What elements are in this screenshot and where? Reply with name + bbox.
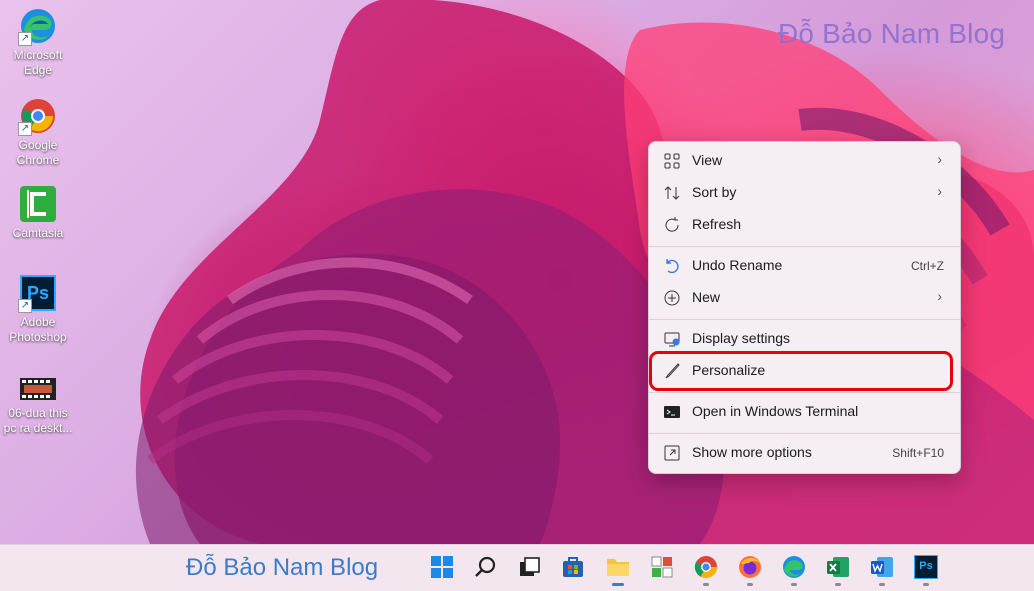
menu-label: View	[692, 152, 723, 168]
running-app-indicator	[747, 583, 753, 586]
chevron-right-icon: ›	[937, 151, 942, 167]
shortcut-text: Shift+F10	[892, 446, 944, 460]
excel-icon	[827, 557, 849, 577]
taskbar-puzzle-app[interactable]	[649, 554, 675, 580]
chevron-right-icon: ›	[937, 288, 942, 304]
plus-circle-icon	[664, 290, 680, 306]
expand-icon	[664, 445, 680, 461]
running-app-indicator	[835, 583, 841, 586]
taskbar-search[interactable]	[473, 554, 499, 580]
taskbar-start[interactable]	[429, 554, 455, 580]
taskbar-photoshop[interactable]: Ps	[913, 554, 939, 586]
menu-item-sort-by[interactable]: Sort by ›	[653, 178, 956, 208]
menu-label: Display settings	[692, 330, 791, 346]
icon-label-line2: pc ra deskt...	[3, 421, 73, 435]
icon-label-line1: Google	[18, 138, 58, 152]
undo-icon	[666, 259, 679, 274]
desktop-icon-google-chrome[interactable]: ↗ Google Chrome	[2, 96, 74, 168]
active-app-indicator	[612, 583, 624, 586]
icon-label-line1: Camtasia	[12, 226, 64, 240]
camtasia-icon	[18, 184, 58, 224]
running-app-indicator	[923, 583, 929, 586]
menu-item-display-settings[interactable]: Display settings	[653, 324, 956, 354]
running-app-indicator	[791, 583, 797, 586]
microsoft-edge-icon	[783, 556, 805, 578]
taskbar-microsoft-store[interactable]	[560, 554, 586, 580]
video-file-icon	[18, 374, 58, 404]
sort-icon	[664, 186, 680, 200]
task-view-icon	[520, 557, 540, 576]
menu-item-open-terminal[interactable]: Open in Windows Terminal	[653, 397, 956, 427]
desktop-icon-microsoft-edge[interactable]: ↗ Microsoft Edge	[2, 6, 74, 78]
menu-separator	[649, 246, 960, 247]
microsoft-store-icon	[563, 557, 583, 577]
windows-start-icon	[431, 556, 453, 578]
personalize-highlight-box	[649, 351, 953, 391]
menu-separator	[649, 433, 960, 434]
icon-label-line1: Microsoft	[13, 48, 63, 62]
taskbar-word[interactable]	[869, 554, 895, 586]
icon-label-line1: 06-dua this	[8, 406, 68, 420]
refresh-icon	[665, 217, 679, 232]
grid-icon	[664, 153, 680, 169]
desktop-icon-video-file[interactable]: 06-dua this pc ra deskt...	[2, 374, 74, 436]
desktop-context-menu: View › Sort by › Refresh Undo Rename Ctr…	[648, 141, 961, 474]
folder-icon	[607, 559, 629, 576]
running-app-indicator	[879, 583, 885, 586]
desktop-icon-adobe-photoshop[interactable]: Ps ↗ Adobe Photoshop	[2, 273, 74, 345]
menu-separator	[649, 319, 960, 320]
taskbar: Đỗ Bảo Nam Blog Ps	[0, 544, 1034, 591]
menu-item-view[interactable]: View ›	[653, 146, 956, 176]
shortcut-text: Ctrl+Z	[911, 259, 944, 273]
menu-separator	[649, 392, 960, 393]
taskbar-firefox[interactable]	[737, 554, 763, 586]
menu-item-show-more-options[interactable]: Show more options Shift+F10	[653, 438, 956, 468]
taskbar-microsoft-edge[interactable]	[781, 554, 807, 586]
display-icon	[664, 332, 680, 347]
menu-label: Refresh	[692, 216, 742, 232]
icon-label-line2: Chrome	[16, 153, 60, 167]
adobe-photoshop-icon: Ps ↗	[18, 273, 58, 313]
taskbar-file-explorer[interactable]	[605, 554, 631, 586]
menu-label: Sort by	[692, 184, 737, 200]
microsoft-edge-icon: ↗	[18, 6, 58, 46]
taskbar-blog-watermark: Đỗ Bảo Nam Blog	[186, 554, 379, 581]
taskbar-task-view[interactable]	[516, 554, 542, 580]
taskbar-google-chrome[interactable]	[693, 554, 719, 586]
google-chrome-icon	[694, 556, 717, 578]
running-app-indicator	[703, 583, 709, 586]
menu-item-undo-rename[interactable]: Undo Rename Ctrl+Z	[653, 251, 956, 281]
word-icon	[871, 557, 893, 577]
firefox-icon	[739, 556, 761, 578]
taskbar-excel[interactable]	[825, 554, 851, 586]
puzzle-app-icon	[651, 556, 673, 578]
photoshop-icon: Ps	[914, 555, 938, 579]
menu-label: Show more options	[692, 444, 812, 460]
menu-item-new[interactable]: New ›	[653, 283, 956, 313]
icon-label-line2: Photoshop	[9, 330, 67, 344]
blog-watermark: Đỗ Bảo Nam Blog	[778, 18, 1006, 49]
search-icon	[475, 556, 496, 577]
google-chrome-icon: ↗	[18, 96, 58, 136]
chevron-right-icon: ›	[937, 183, 942, 199]
menu-label: Open in Windows Terminal	[692, 403, 859, 419]
icon-label-line1: Adobe	[20, 315, 56, 329]
icon-label-line2: Edge	[23, 63, 53, 77]
menu-label: Undo Rename	[692, 257, 783, 273]
menu-item-refresh[interactable]: Refresh	[653, 210, 956, 240]
menu-label: New	[692, 289, 721, 305]
desktop-icon-camtasia[interactable]: Camtasia	[2, 184, 74, 241]
terminal-icon	[664, 406, 680, 418]
